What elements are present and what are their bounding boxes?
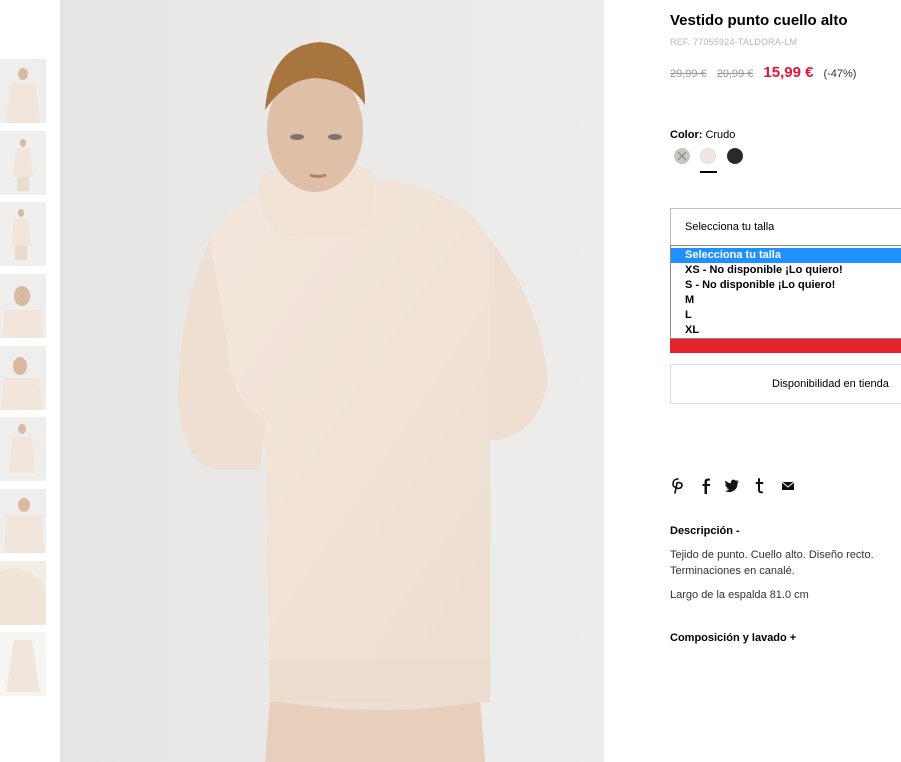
thumbnail-7[interactable] (0, 489, 46, 553)
tumblr-icon[interactable] (752, 477, 768, 495)
composition-toggle[interactable]: Composición y lavado + (670, 632, 796, 644)
size-dropdown-list: Selecciona tu talla XS - No disponible ¡… (670, 245, 901, 339)
twitter-icon[interactable] (724, 477, 740, 495)
product-reference: REF. 77055924-TALDORA-LM (670, 37, 798, 47)
color-swatch-gris[interactable] (674, 148, 690, 164)
color-selected: Crudo (705, 129, 736, 141)
size-option-placeholder[interactable]: Selecciona tu talla (671, 248, 901, 263)
product-info-panel: Vestido punto cuello alto REF. 77055924-… (670, 0, 901, 762)
size-select-value: Selecciona tu talla (685, 221, 775, 233)
color-swatch-crudo[interactable] (700, 148, 716, 164)
email-icon[interactable] (780, 477, 796, 495)
product-title: Vestido punto cuello alto (670, 12, 848, 29)
price-original: 29,99 € (670, 68, 707, 80)
price-block: 29,99 € 20,99 € 15,99 € (-47%) (670, 64, 856, 81)
product-main-image[interactable] (60, 0, 604, 762)
thumbnail-9[interactable] (0, 632, 46, 696)
price-previous: 20,99 € (716, 68, 754, 80)
description-toggle[interactable]: Descripción - (670, 525, 740, 537)
unavailable-cross-icon (677, 151, 687, 161)
store-availability-label: Disponibilidad en tienda (772, 378, 889, 390)
size-option-s[interactable]: S - No disponible ¡Lo quiero! (671, 278, 901, 293)
pinterest-icon[interactable] (670, 477, 686, 495)
thumbnail-8[interactable] (0, 561, 46, 625)
thumbnail-6[interactable] (0, 417, 46, 481)
description-line-3: Largo de la espalda 81.0 cm (670, 589, 809, 601)
thumbnail-3[interactable] (0, 202, 46, 266)
store-availability-button[interactable]: Disponibilidad en tienda (670, 364, 901, 404)
thumbnail-1[interactable] (0, 59, 46, 123)
price-current: 15,99 € (763, 64, 814, 81)
color-swatch-negro[interactable] (727, 148, 743, 164)
size-select[interactable]: Selecciona tu talla (670, 208, 901, 246)
description-line-2: Terminaciones en canalé. (670, 565, 795, 577)
facebook-icon[interactable] (698, 477, 714, 495)
size-option-xl[interactable]: XL (671, 323, 901, 338)
selected-swatch-indicator (700, 171, 717, 173)
size-option-m[interactable]: M (671, 293, 901, 308)
thumbnail-2[interactable] (0, 131, 46, 195)
description-line-1: Tejido de punto. Cuello alto. Diseño rec… (670, 549, 874, 561)
thumbnail-5[interactable] (0, 346, 46, 410)
add-to-cart-button[interactable] (670, 339, 901, 353)
color-label: Color: (670, 129, 703, 141)
color-label-row: Color: Crudo (670, 129, 735, 141)
size-option-l[interactable]: L (671, 308, 901, 323)
size-option-xs[interactable]: XS - No disponible ¡Lo quiero! (671, 263, 901, 278)
thumbnail-4[interactable] (0, 274, 46, 338)
discount-badge: (-47%) (823, 68, 857, 80)
